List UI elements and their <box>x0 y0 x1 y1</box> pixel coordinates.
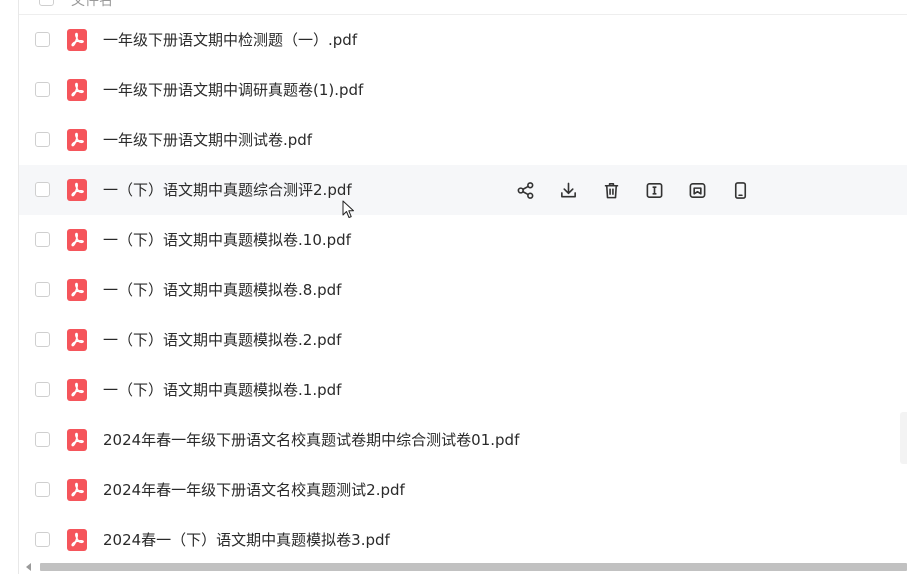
file-row[interactable]: 2024年春一年级下册语文名校真题测试2.pdf <box>19 465 907 515</box>
pdf-file-icon <box>67 529 87 551</box>
file-name[interactable]: 2024年春一年级下册语文名校真题测试2.pdf <box>103 465 405 515</box>
file-name[interactable]: 一（下）语文期中真题模拟卷.10.pdf <box>103 215 351 265</box>
file-row[interactable]: 一年级下册语文期中检测题（一）.pdf <box>19 15 907 65</box>
download-icon <box>560 182 576 197</box>
file-name[interactable]: 一（下）语文期中真题模拟卷.1.pdf <box>103 365 341 415</box>
file-name[interactable]: 一（下）语文期中真题模拟卷.2.pdf <box>103 315 341 365</box>
row-checkbox[interactable] <box>35 332 50 347</box>
pdf-file-icon <box>67 29 87 51</box>
row-checkbox[interactable] <box>35 132 50 147</box>
share-icon <box>517 181 533 199</box>
file-list-header: 文件名 <box>19 0 907 15</box>
row-checkbox[interactable] <box>35 82 50 97</box>
pdf-file-icon <box>67 179 87 201</box>
file-row[interactable]: 2024年春一年级下册语文名校真题试卷期中综合测试卷01.pdf <box>19 415 907 465</box>
file-list: 一年级下册语文期中检测题（一）.pdf 一年级下册语文期中调研真题卷(1).pd… <box>19 15 907 565</box>
pdf-file-icon <box>67 129 87 151</box>
scrollbar-thumb[interactable] <box>40 563 907 571</box>
download-button[interactable] <box>558 180 578 200</box>
file-row[interactable]: 一（下）语文期中真题模拟卷.1.pdf <box>19 365 907 415</box>
file-name[interactable]: 2024年春一年级下册语文名校真题试卷期中综合测试卷01.pdf <box>103 415 519 465</box>
file-row-hovered[interactable]: 一（下）语文期中真题综合测评2.pdf <box>19 165 907 215</box>
side-panel-handle[interactable] <box>900 412 907 464</box>
pdf-file-icon <box>67 479 87 501</box>
file-name[interactable]: 一年级下册语文期中检测题（一）.pdf <box>103 15 357 65</box>
pdf-file-icon <box>67 279 87 301</box>
row-checkbox[interactable] <box>35 482 50 497</box>
file-row[interactable]: 一（下）语文期中真题模拟卷.8.pdf <box>19 265 907 315</box>
rename-icon <box>646 182 662 198</box>
pdf-file-icon <box>67 229 87 251</box>
file-name[interactable]: 一（下）语文期中真题综合测评2.pdf <box>103 165 352 215</box>
send-to-phone-icon <box>734 181 746 199</box>
file-row[interactable]: 2024春一（下）语文期中真题模拟卷3.pdf <box>19 515 907 565</box>
row-checkbox[interactable] <box>35 282 50 297</box>
row-checkbox[interactable] <box>35 532 50 547</box>
file-row[interactable]: 一（下）语文期中真题模拟卷.2.pdf <box>19 315 907 365</box>
file-name[interactable]: 一（下）语文期中真题模拟卷.8.pdf <box>103 265 341 315</box>
row-action-bar <box>515 180 750 200</box>
pdf-file-icon <box>67 429 87 451</box>
row-checkbox[interactable] <box>35 32 50 47</box>
file-name[interactable]: 一年级下册语文期中测试卷.pdf <box>103 115 312 165</box>
share-button[interactable] <box>515 180 535 200</box>
file-row[interactable]: 一年级下册语文期中测试卷.pdf <box>19 115 907 165</box>
save-to-icon <box>689 182 705 198</box>
send-to-phone-button[interactable] <box>730 180 750 200</box>
column-header-name[interactable]: 文件名 <box>71 0 113 10</box>
rename-button[interactable] <box>644 180 664 200</box>
row-checkbox[interactable] <box>35 232 50 247</box>
pdf-file-icon <box>67 329 87 351</box>
delete-icon <box>604 182 618 198</box>
row-checkbox[interactable] <box>35 182 50 197</box>
pdf-file-icon <box>67 379 87 401</box>
file-row[interactable]: 一（下）语文期中真题模拟卷.10.pdf <box>19 215 907 265</box>
file-row[interactable]: 一年级下册语文期中调研真题卷(1).pdf <box>19 65 907 115</box>
delete-button[interactable] <box>601 180 621 200</box>
select-all-checkbox[interactable] <box>39 0 54 6</box>
file-name[interactable]: 一年级下册语文期中调研真题卷(1).pdf <box>103 65 363 115</box>
horizontal-scrollbar[interactable] <box>26 562 907 572</box>
row-checkbox[interactable] <box>35 432 50 447</box>
row-checkbox[interactable] <box>35 382 50 397</box>
scroll-left-arrow-icon[interactable] <box>26 563 31 571</box>
save-to-button[interactable] <box>687 180 707 200</box>
file-name[interactable]: 2024春一（下）语文期中真题模拟卷3.pdf <box>103 515 390 565</box>
pdf-file-icon <box>67 79 87 101</box>
